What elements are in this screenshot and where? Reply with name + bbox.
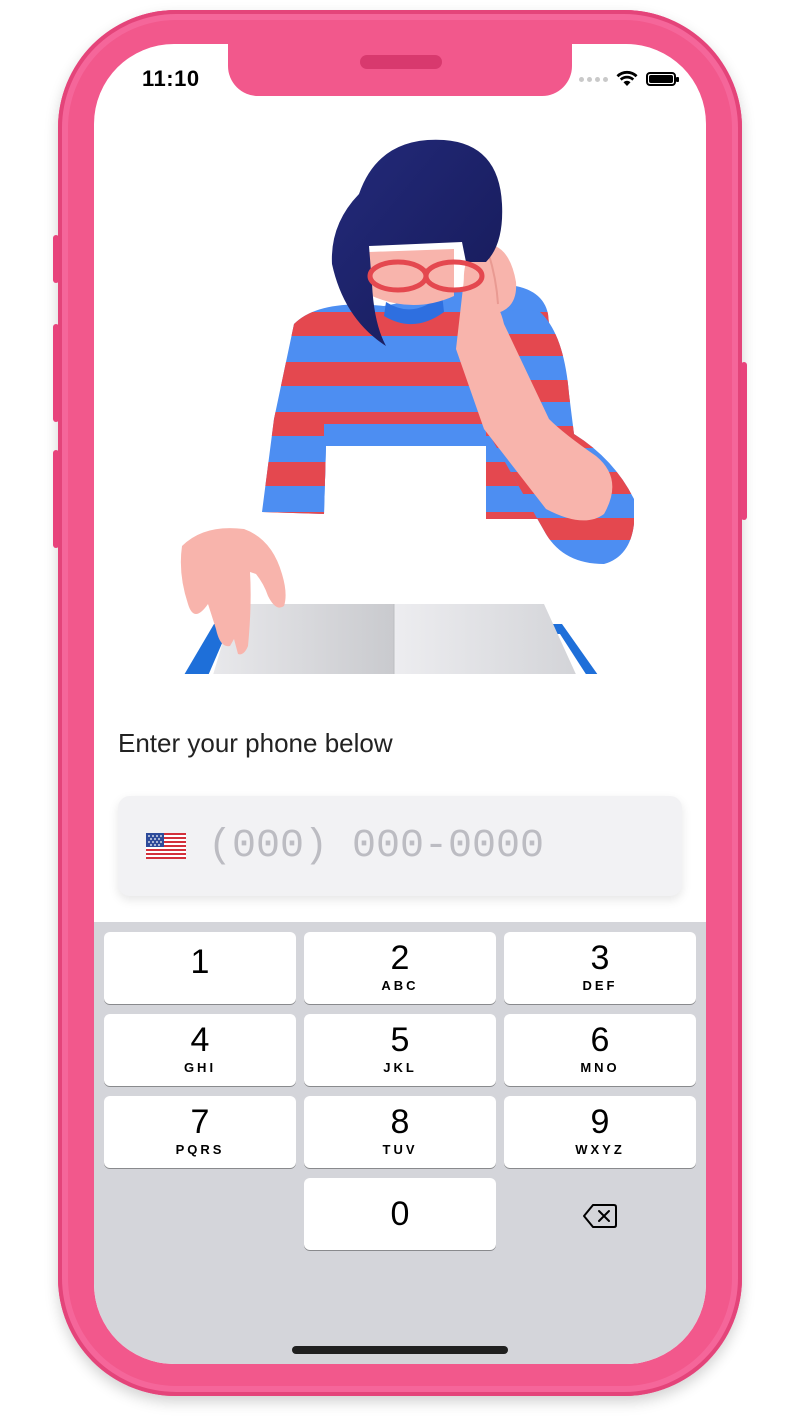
phone-number-input[interactable] — [208, 823, 648, 869]
key-9[interactable]: 9 WXYZ — [504, 1096, 696, 1168]
key-1[interactable]: 1 — [104, 932, 296, 1004]
key-digit: 3 — [590, 939, 610, 977]
key-digit: 2 — [390, 939, 410, 977]
power-button — [741, 362, 747, 520]
key-8[interactable]: 8 TUV — [304, 1096, 496, 1168]
key-letters: TUV — [382, 1142, 418, 1157]
key-7[interactable]: 7 PQRS — [104, 1096, 296, 1168]
volume-up-button — [53, 324, 59, 422]
key-digit: 0 — [390, 1195, 410, 1233]
reading-woman-illustration — [180, 139, 634, 674]
key-letters: MNO — [580, 1060, 620, 1075]
volume-down-button — [53, 450, 59, 548]
key-3[interactable]: 3 DEF — [504, 932, 696, 1004]
device-screen: 11:10 Enter your phone below (000) 000-0… — [94, 44, 706, 1364]
status-icons — [579, 68, 679, 90]
key-digit: 8 — [390, 1103, 410, 1141]
key-letters: GHI — [183, 1060, 217, 1075]
key-4[interactable]: 4 GHI — [104, 1014, 296, 1086]
status-time: 11:10 — [142, 66, 200, 91]
key-2[interactable]: 2 ABC — [304, 932, 496, 1004]
home-indicator[interactable] — [292, 1346, 508, 1354]
key-5[interactable]: 5 JKL — [304, 1014, 496, 1086]
delete-key[interactable] — [504, 1180, 696, 1252]
key-letters: WXYZ — [575, 1142, 625, 1157]
key-digit: 6 — [590, 1021, 610, 1059]
key-digit: 1 — [190, 943, 210, 981]
key-letters: DEF — [582, 978, 618, 993]
phone-prompt: Enter your phone below — [118, 728, 393, 758]
key-letters: PQRS — [175, 1142, 225, 1157]
key-6[interactable]: 6 MNO — [504, 1014, 696, 1086]
key-digit: 7 — [190, 1103, 210, 1141]
key-letters: JKL — [383, 1060, 417, 1075]
backspace-icon — [583, 1204, 617, 1228]
mute-switch — [53, 235, 59, 283]
cellular-signal-icon — [579, 76, 608, 82]
key-digit: 9 — [590, 1103, 610, 1141]
key-digit: 5 — [390, 1021, 410, 1059]
numeric-keypad: 1 2 ABC 3 DEF 4 GHI 5 JKL 6 MNO 7 PQRS 8… — [94, 922, 706, 1364]
battery-icon — [646, 72, 679, 86]
phone-input-container[interactable] — [118, 796, 682, 896]
notch — [228, 44, 572, 96]
us-flag-icon[interactable] — [146, 833, 186, 859]
key-digit: 4 — [190, 1021, 210, 1059]
key-letters: ABC — [381, 978, 419, 993]
speaker-grille — [360, 55, 442, 69]
wifi-icon — [616, 70, 638, 86]
key-0[interactable]: 0 — [304, 1178, 496, 1250]
